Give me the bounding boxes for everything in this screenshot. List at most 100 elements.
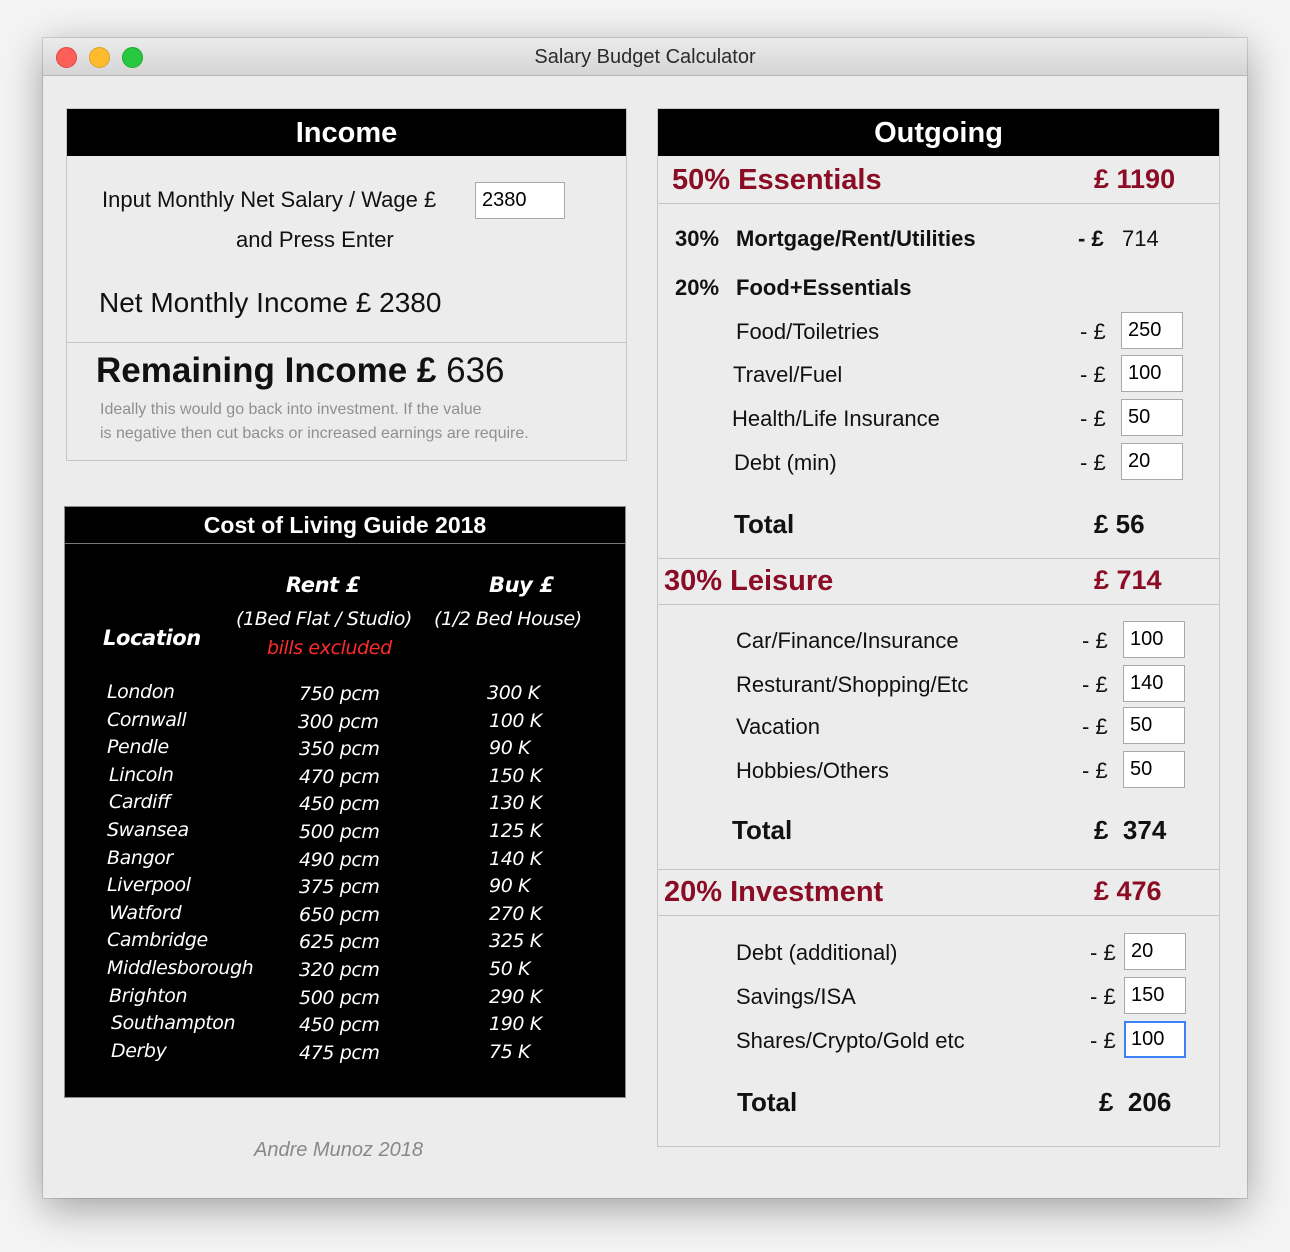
essentials-item-prefix: - £	[1080, 319, 1106, 344]
mortgage-value: 714	[1122, 226, 1159, 251]
guide-location: Derby	[111, 1040, 167, 1062]
guide-rent: 450 pcm	[299, 1014, 380, 1036]
leisure-item-prefix: - £	[1082, 672, 1108, 697]
guide-rent: 500 pcm	[299, 987, 380, 1009]
investment-title: 20% Investment	[664, 876, 884, 908]
leisure-item-prefix: - £	[1082, 758, 1108, 783]
income-header: Income	[67, 109, 626, 156]
guide-rent: 500 pcm	[299, 821, 380, 843]
essentials-item-label: Health/Life Insurance	[732, 406, 940, 431]
essentials-item-input[interactable]	[1121, 312, 1183, 349]
guide-rent: 375 pcm	[299, 876, 380, 898]
guide-buy: 100 K	[489, 710, 542, 732]
guide-location: London	[107, 681, 175, 703]
leisure-title: 30% Leisure	[664, 565, 834, 597]
remaining-income: Remaining Income £ 636	[96, 351, 505, 391]
guide-rent: 450 pcm	[299, 793, 380, 815]
guide-location: Cardiff	[109, 791, 170, 813]
essentials-item-label: Food/Toiletries	[736, 319, 880, 344]
essentials-title: 50% Essentials	[672, 164, 882, 196]
leisure-item-prefix: - £	[1082, 714, 1108, 739]
investment-item-prefix: - £	[1090, 984, 1116, 1009]
leisure-item-input[interactable]	[1123, 621, 1185, 658]
guide-rent: 750 pcm	[299, 683, 380, 705]
guide-rent: 475 pcm	[299, 1042, 380, 1064]
guide-buy: 290 K	[489, 986, 542, 1008]
investment-item-input[interactable]	[1124, 977, 1186, 1014]
salary-input[interactable]	[475, 182, 565, 219]
window-title: Salary Budget Calculator	[534, 46, 756, 68]
guide-buy: 190 K	[489, 1013, 542, 1035]
salary-prompt: Input Monthly Net Salary / Wage £	[102, 187, 437, 212]
essentials-item-label: Travel/Fuel	[733, 362, 843, 387]
guide-buy: 130 K	[489, 792, 542, 814]
guide-rent: 625 pcm	[299, 931, 380, 953]
mortgage-prefix: - £	[1078, 226, 1104, 251]
guide-buy: 50 K	[489, 958, 531, 980]
investment-item-input[interactable]	[1124, 1021, 1186, 1058]
guide-buy: 300 K	[487, 682, 540, 704]
investment-item-label: Debt (additional)	[736, 940, 898, 965]
essentials-amount: £ 1190	[1094, 164, 1176, 194]
essentials-item-input[interactable]	[1121, 443, 1183, 480]
guide-buy: 150 K	[489, 765, 542, 787]
title-bar: Salary Budget Calculator	[43, 38, 1247, 76]
guide-location: Watford	[109, 902, 182, 924]
leisure-total-value: £ 374	[1094, 815, 1167, 845]
leisure-item-label: Vacation	[736, 714, 820, 739]
investment-item-prefix: - £	[1090, 940, 1116, 965]
leisure-item-input[interactable]	[1123, 751, 1185, 788]
guide-location: Lincoln	[109, 764, 174, 786]
essentials-item-prefix: - £	[1080, 450, 1106, 475]
food-essentials-label: Food+Essentials	[736, 275, 912, 300]
investment-total-label: Total	[737, 1087, 798, 1117]
mortgage-pct: 30%	[675, 226, 720, 251]
leisure-total-label: Total	[732, 815, 793, 845]
guide-rent: 650 pcm	[299, 904, 380, 926]
food-essentials-pct: 20%	[675, 275, 720, 300]
investment-item-input[interactable]	[1124, 933, 1186, 970]
guide-col-rent-note: bills excluded	[267, 637, 392, 659]
guide-location: Cornwall	[107, 709, 187, 731]
guide-title: Cost of Living Guide 2018	[203, 512, 487, 538]
guide-location: Swansea	[107, 819, 189, 841]
guide-col-rent-sub: (1Bed Flat / Studio)	[236, 608, 413, 630]
investment-total-value: £ 206	[1099, 1087, 1172, 1117]
essentials-item-input[interactable]	[1121, 355, 1183, 392]
essentials-item-prefix: - £	[1080, 362, 1106, 387]
guide-rent: 350 pcm	[299, 738, 380, 760]
guide-buy: 140 K	[489, 848, 542, 870]
guide-rent: 320 pcm	[299, 959, 380, 981]
guide-location: Middlesborough	[107, 957, 254, 979]
guide-location: Bangor	[107, 847, 173, 869]
leisure-item-label: Car/Finance/Insurance	[736, 628, 959, 653]
essentials-item-prefix: - £	[1080, 406, 1106, 431]
guide-buy: 75 K	[489, 1041, 531, 1063]
leisure-item-prefix: - £	[1082, 628, 1108, 653]
guide-location: Cambridge	[107, 929, 208, 951]
guide-location: Southampton	[111, 1012, 236, 1034]
outgoing-panel: Outgoing 50% Essentials £ 1190 30% Mortg…	[657, 108, 1220, 1147]
credit: Andre Munoz 2018	[254, 1139, 424, 1161]
guide-location: Pendle	[107, 736, 169, 758]
essentials-total-label: Total	[734, 509, 795, 539]
leisure-item-label: Hobbies/Others	[736, 758, 889, 783]
remaining-income-value: 636	[446, 351, 505, 390]
leisure-item-input[interactable]	[1123, 707, 1185, 744]
mortgage-label: Mortgage/Rent/Utilities	[736, 226, 976, 251]
essentials-item-input[interactable]	[1121, 399, 1183, 436]
guide-buy: 270 K	[489, 903, 542, 925]
essentials-item-label: Debt (min)	[734, 450, 837, 475]
leisure-item-input[interactable]	[1123, 665, 1185, 702]
salary-prompt-enter: and Press Enter	[236, 227, 394, 252]
investment-item-label: Savings/ISA	[736, 984, 856, 1009]
guide-buy: 125 K	[489, 820, 542, 842]
guide-rent: 300 pcm	[298, 711, 379, 733]
remaining-income-label: Remaining Income £	[96, 351, 437, 390]
guide-location: Brighton	[109, 985, 188, 1007]
net-monthly-income: Net Monthly Income £ 2380	[99, 287, 442, 318]
investment-item-label: Shares/Crypto/Gold etc	[736, 1028, 965, 1053]
guide-col-buy-sub: (1/2 Bed House)	[434, 608, 582, 630]
guide-rent: 490 pcm	[299, 849, 380, 871]
remaining-note-2: is negative then cut backs or increased …	[100, 425, 529, 442]
